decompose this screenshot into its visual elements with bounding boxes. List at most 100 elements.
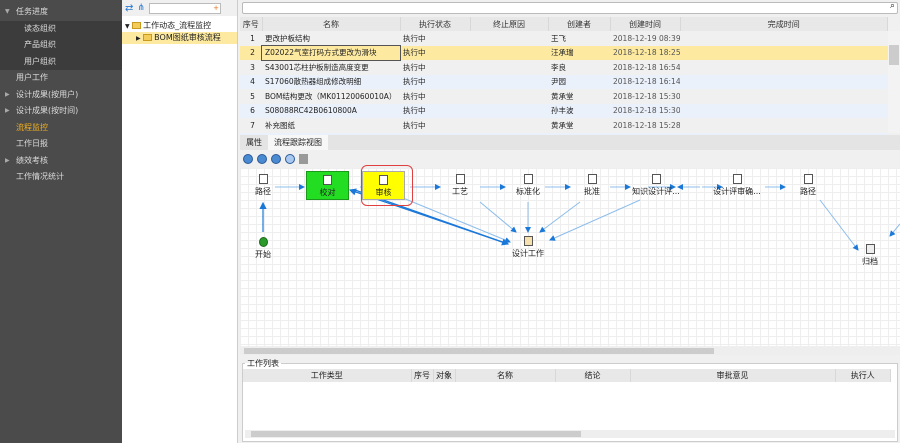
table-cell: Z02022气室打码方式更改为滑块 bbox=[261, 44, 401, 61]
column-header[interactable]: 执行人 bbox=[835, 369, 891, 382]
zoom-in-icon[interactable] bbox=[243, 154, 253, 164]
refresh-icon[interactable]: ⇄ bbox=[125, 3, 133, 14]
node-label: 审核 bbox=[375, 188, 392, 197]
save-icon[interactable] bbox=[299, 154, 308, 164]
collapse-icon[interactable]: ▶ bbox=[5, 153, 10, 170]
table-cell: S43001芯柱护板制造高度变更 bbox=[265, 62, 369, 72]
task-icon bbox=[379, 175, 388, 185]
column-header[interactable]: 名称 bbox=[455, 369, 556, 382]
flow-diagram: 路径 校对 审核 工艺 标准化 批准 知识设计评... 设计评审确... 路径 … bbox=[240, 165, 900, 346]
tree-search-input[interactable]: + bbox=[148, 2, 221, 14]
table-cell: S17060散热器组成修改明细 bbox=[262, 74, 400, 89]
table-row[interactable]: 3 S43001芯柱护板制造高度变更 执行中 李良 2018-12-18 16:54 bbox=[240, 60, 888, 75]
sidebar-item[interactable]: 用户工作 bbox=[0, 70, 122, 87]
folder-icon bbox=[143, 34, 153, 41]
column-header[interactable]: 创建者 bbox=[548, 17, 611, 31]
node-label: 标准化 bbox=[516, 187, 540, 196]
expand-icon[interactable]: ▶ bbox=[136, 35, 141, 42]
collapse-icon[interactable]: ▶ bbox=[5, 87, 10, 104]
table-cell bbox=[680, 60, 888, 75]
flow-node-design-work[interactable]: 设计工作 bbox=[498, 236, 558, 259]
column-header[interactable]: 创建时间 bbox=[610, 17, 681, 31]
column-header[interactable]: 审批意见 bbox=[630, 369, 836, 382]
table-row[interactable]: 6 S08088RC42B0610800A 执行中 孙丰波 2018-12-18 15:… bbox=[240, 103, 888, 118]
sidebar-item-label: 用户工作 bbox=[16, 73, 48, 82]
table-cell: 李良 bbox=[551, 62, 566, 72]
center-icon[interactable] bbox=[285, 154, 295, 164]
task-icon bbox=[587, 174, 597, 184]
node-label: 知识设计评... bbox=[632, 187, 680, 196]
table-cell: 孙丰波 bbox=[548, 103, 610, 118]
column-header[interactable]: 序号 bbox=[411, 369, 434, 382]
table-cell: 执行中 bbox=[400, 74, 470, 89]
diagram-horizontal-scrollbar[interactable] bbox=[240, 347, 900, 355]
expand-icon[interactable]: ▼ bbox=[5, 4, 10, 21]
tree-node-label: BOM图纸审核流程 bbox=[154, 33, 221, 42]
sidebar-item-label: 绩效考核 bbox=[16, 155, 48, 165]
column-header[interactable]: 执行状态 bbox=[400, 17, 471, 31]
flow-node-approve[interactable]: 批准 bbox=[562, 174, 622, 197]
sidebar-item[interactable]: 工作情况统计 bbox=[0, 169, 122, 186]
worklist-horizontal-scrollbar[interactable] bbox=[245, 430, 895, 438]
sidebar-item-label: 用户组织 bbox=[24, 56, 56, 66]
column-header[interactable]: 完成时间 bbox=[680, 17, 888, 31]
table-cell: 执行中 bbox=[403, 62, 426, 72]
table-cell bbox=[470, 118, 548, 133]
flow-node-archive[interactable]: 归档 bbox=[840, 244, 900, 267]
table-cell: 2018-12-18 15:28 bbox=[613, 120, 680, 130]
table-cell bbox=[470, 31, 548, 46]
node-label: 路径 bbox=[800, 187, 816, 196]
table-cell bbox=[680, 74, 888, 89]
route-icon bbox=[803, 174, 813, 184]
table-row[interactable]: 1 更改护板结构 执行中 王飞 2018-12-19 08:39 bbox=[240, 31, 888, 46]
column-header[interactable]: 名称 bbox=[262, 17, 401, 31]
sidebar-item[interactable]: 流程监控 bbox=[0, 120, 122, 137]
sidebar-item[interactable]: ▶ 绩效考核 bbox=[0, 153, 122, 170]
search-icon[interactable]: ⌕ bbox=[890, 1, 895, 11]
flow-node-process[interactable]: 工艺 bbox=[430, 174, 490, 197]
node-label: 校对 bbox=[319, 188, 336, 197]
sidebar-item-label: 读态组织 bbox=[24, 23, 56, 33]
flow-node-route-end[interactable]: 路径 bbox=[778, 174, 838, 197]
table-cell: 更改护板结构 bbox=[265, 33, 310, 43]
flow-node-standardize[interactable]: 标准化 bbox=[498, 174, 558, 197]
table-row[interactable]: 4 S17060散热器组成修改明细 执行中 尹园 2018-12-18 16:14 bbox=[240, 74, 888, 89]
table-cell: 2018-12-18 15:30 bbox=[610, 103, 680, 118]
column-header[interactable]: 对象 bbox=[433, 369, 456, 382]
sidebar-item[interactable]: ▶ 设计成果(按用户) bbox=[0, 87, 122, 104]
node-label: 批准 bbox=[584, 187, 600, 196]
table-row[interactable]: 2 Z02022气室打码方式更改为滑块 执行中 汪承瑞 2018-12-18 18:25 bbox=[240, 44, 888, 61]
sidebar-item[interactable]: ▶ 设计成果(按时间) bbox=[0, 103, 122, 120]
tree-structure-icon[interactable]: ⋔ bbox=[137, 3, 145, 13]
tab-properties[interactable]: 属性 bbox=[240, 135, 268, 150]
sidebar-item[interactable]: ▼ 任务进度 bbox=[0, 4, 122, 21]
column-header[interactable]: 结论 bbox=[555, 369, 631, 382]
flow-node-review[interactable]: 审核 bbox=[362, 171, 405, 200]
flow-node-knowledge-review[interactable]: 知识设计评... bbox=[626, 174, 686, 197]
zoom-out-icon[interactable] bbox=[257, 154, 267, 164]
table-cell: 执行中 bbox=[400, 103, 470, 118]
tree-node-child[interactable]: ▶ BOM图纸审核流程 bbox=[122, 32, 237, 44]
tree-node-root[interactable]: ▼ 工作动态_流程监控 bbox=[122, 20, 237, 32]
sidebar-item[interactable]: 用户组织 bbox=[0, 53, 122, 70]
flow-node-proofread[interactable]: 校对 bbox=[306, 171, 349, 200]
table-row[interactable]: 5 BOM结构更改（MK01120060010A） 执行中 黄承堂 2018-12-18… bbox=[240, 89, 888, 104]
column-header[interactable]: 终止原因 bbox=[470, 17, 549, 31]
flow-node-design-review[interactable]: 设计评审确... bbox=[707, 174, 767, 197]
zoom-fit-icon[interactable] bbox=[271, 154, 281, 164]
tab-flow-trace[interactable]: 流程跟踪视图 bbox=[268, 135, 328, 150]
sidebar-item[interactable]: 读态组织 bbox=[0, 20, 122, 37]
vertical-scrollbar[interactable] bbox=[888, 31, 900, 133]
table-row[interactable]: 7 补充图纸 执行中 黄承堂 2018-12-18 15:28 bbox=[240, 118, 888, 133]
column-header[interactable]: 工作类型 bbox=[243, 369, 412, 382]
collapse-icon[interactable]: ▶ bbox=[5, 103, 10, 120]
sidebar-item[interactable]: 产品组织 bbox=[0, 37, 122, 54]
flow-node-route-start[interactable]: 路径 bbox=[233, 174, 293, 197]
add-icon[interactable]: + bbox=[213, 4, 219, 12]
search-input[interactable]: ⌕ bbox=[242, 1, 898, 14]
expand-icon[interactable]: ▼ bbox=[125, 23, 130, 30]
column-header[interactable]: 序号 bbox=[240, 17, 263, 31]
flow-node-start[interactable]: 开始 bbox=[233, 237, 293, 260]
node-label: 设计工作 bbox=[512, 249, 544, 258]
sidebar-item[interactable]: 工作日报 bbox=[0, 136, 122, 153]
